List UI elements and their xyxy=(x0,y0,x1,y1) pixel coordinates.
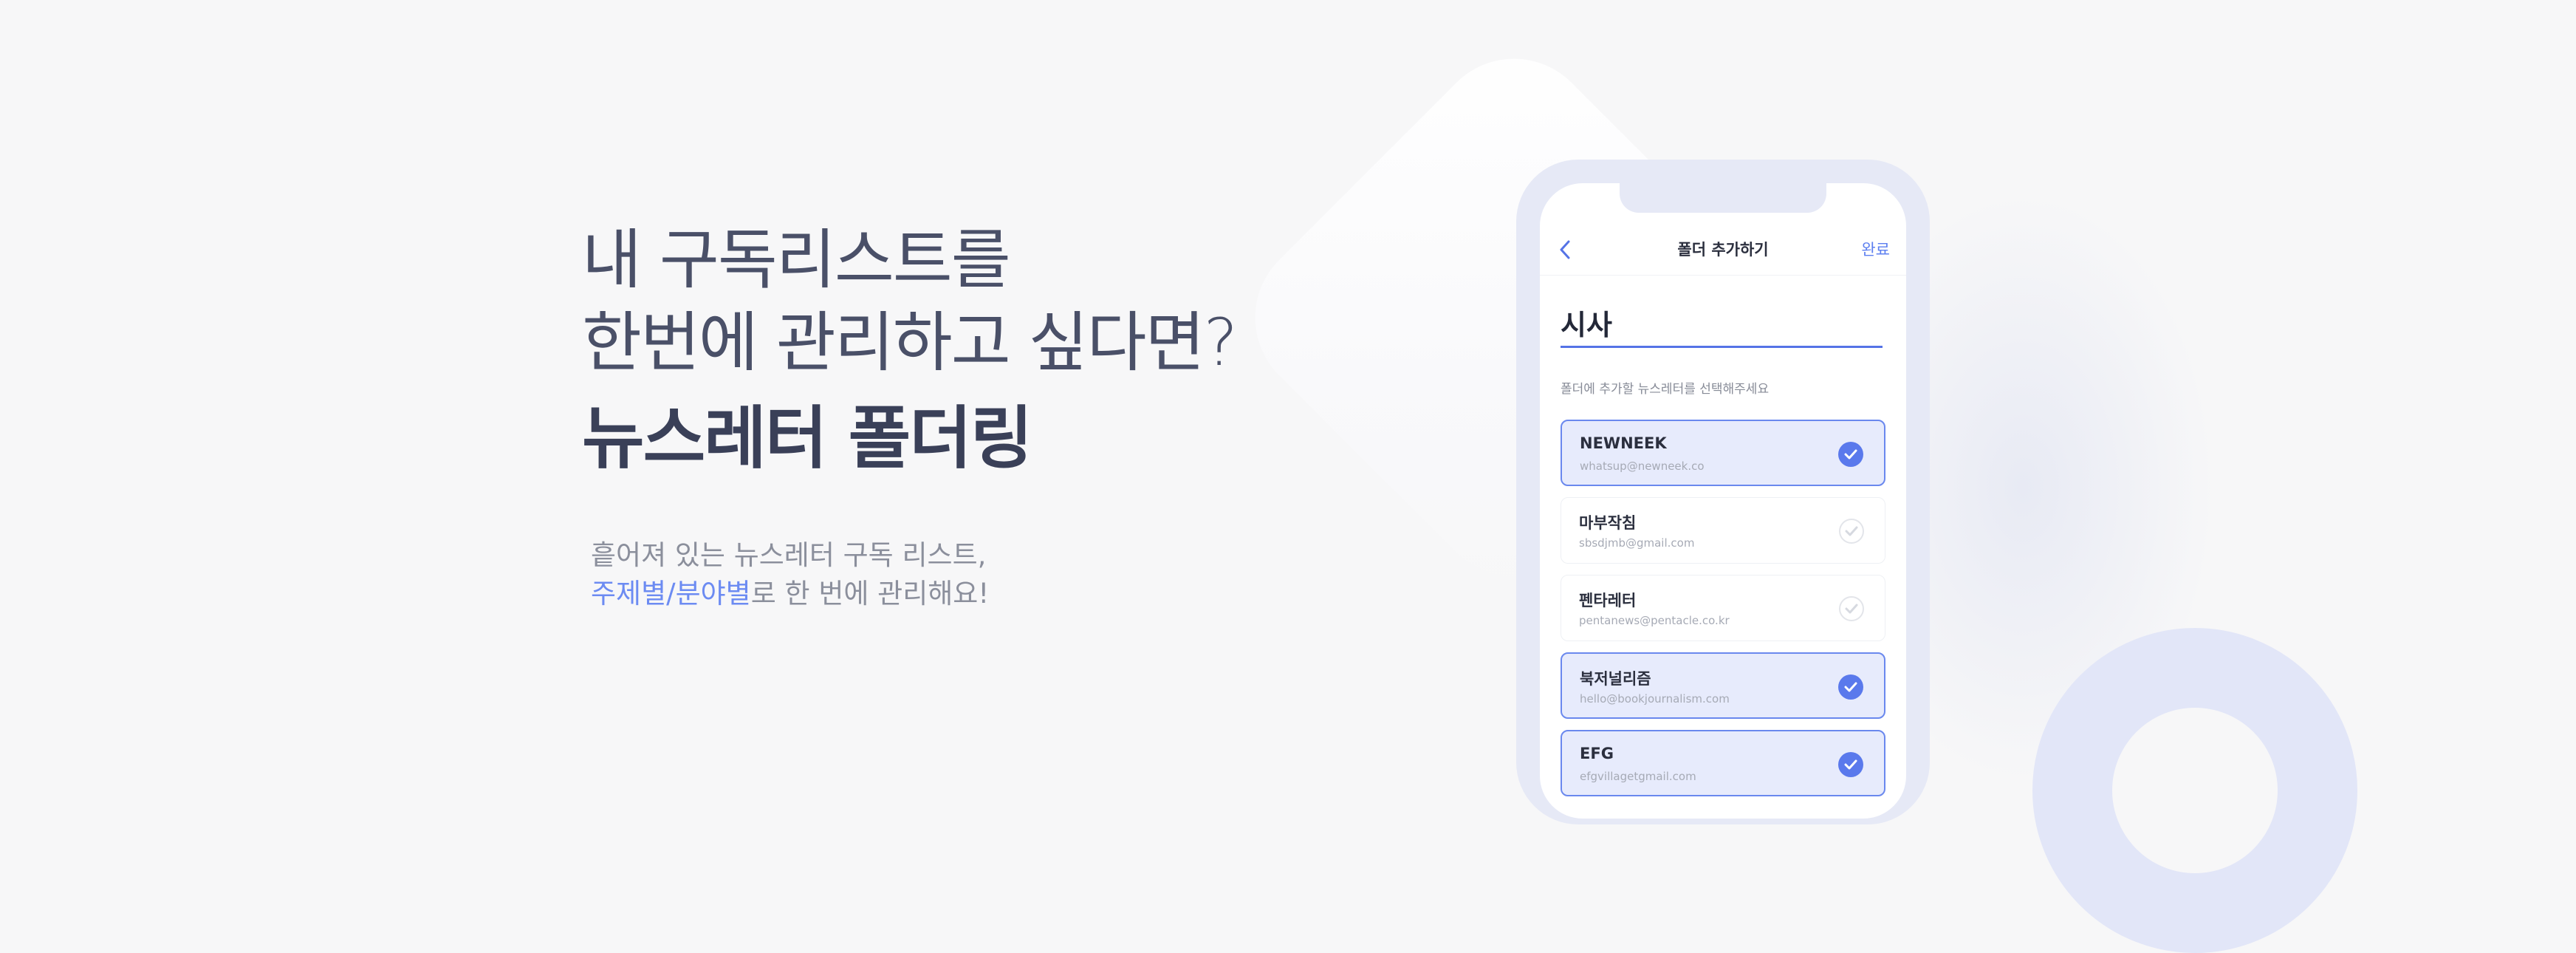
description-line-1: 흩어져 있는 뉴스레터 구독 리스트, xyxy=(591,539,987,571)
check-icon xyxy=(1844,759,1857,770)
newsletter-email: pentanews@pentacle.co.kr xyxy=(1579,614,1730,627)
description-highlight: 주제별/분야별 xyxy=(591,578,751,609)
done-button[interactable]: 완료 xyxy=(1861,238,1890,260)
newsletter-email: whatsup@newneek.co xyxy=(1580,460,1705,473)
headline-strong: 뉴스레터 폴더링 xyxy=(582,399,1033,478)
headline-line-2: 한번에 관리하고 싶다면? xyxy=(582,304,1238,380)
check-icon xyxy=(1844,449,1857,460)
newsletter-checkbox[interactable] xyxy=(1838,752,1863,777)
nav-title: 폴더 추가하기 xyxy=(1677,241,1769,259)
hero-description: 흩어져 있는 뉴스레터 구독 리스트, 주제별/분야별로 한 번에 관리해요! xyxy=(591,536,1320,613)
newsletter-item[interactable]: EFG efgvillagetgmail.com xyxy=(1561,730,1885,796)
newsletter-name: 펜타레터 xyxy=(1579,592,1637,609)
newsletter-item[interactable]: 펜타레터 pentanews@pentacle.co.kr xyxy=(1561,575,1885,641)
nav-bar: 폴더 추가하기 완료 xyxy=(1540,232,1906,267)
headline: 내 구독리스트를 한번에 관리하고 싶다면? xyxy=(582,219,1320,384)
newsletter-name: 마부작침 xyxy=(1579,514,1637,532)
phone-screen: 폴더 추가하기 완료 폴더에 추가할 뉴스레터를 선택해주세요 NEWNEEK w… xyxy=(1540,183,1906,819)
newsletter-checkbox[interactable] xyxy=(1839,596,1864,621)
newsletter-name: NEWNEEK xyxy=(1580,434,1667,452)
phone-notch xyxy=(1620,183,1826,213)
check-icon xyxy=(1845,604,1858,614)
newsletter-checkbox[interactable] xyxy=(1838,442,1863,467)
check-icon xyxy=(1844,682,1857,692)
check-icon xyxy=(1845,526,1858,536)
newsletter-email: sbsdjmb@gmail.com xyxy=(1579,536,1695,550)
newsletter-checkbox[interactable] xyxy=(1838,674,1863,700)
hero-copy: 내 구독리스트를 한번에 관리하고 싶다면? 뉴스레터 폴더링 흩어져 있는 뉴… xyxy=(582,219,1320,613)
newsletter-checkbox[interactable] xyxy=(1839,519,1864,544)
description-line-2: 로 한 번에 관리해요! xyxy=(750,578,990,609)
newsletter-item[interactable]: 마부작침 sbsdjmb@gmail.com xyxy=(1561,497,1885,564)
newsletter-email: efgvillagetgmail.com xyxy=(1580,770,1696,783)
newsletter-item[interactable]: NEWNEEK whatsup@newneek.co xyxy=(1561,420,1885,486)
newsletter-email: hello@bookjournalism.com xyxy=(1580,692,1730,706)
newsletter-list: NEWNEEK whatsup@newneek.co 마부작침 sbsdjmb@gma… xyxy=(1561,420,1885,807)
background-ring-shape xyxy=(2032,628,2357,953)
newsletter-name: 북저널리즘 xyxy=(1580,670,1651,688)
helper-text: 폴더에 추가할 뉴스레터를 선택해주세요 xyxy=(1561,382,1770,397)
newsletter-name: EFG xyxy=(1580,745,1614,762)
phone-mockup: 폴더 추가하기 완료 폴더에 추가할 뉴스레터를 선택해주세요 NEWNEEK w… xyxy=(1516,160,1930,824)
headline-line-1: 내 구독리스트를 xyxy=(582,222,1011,298)
folder-name-input[interactable] xyxy=(1561,301,1883,348)
newsletter-item[interactable]: 북저널리즘 hello@bookjournalism.com xyxy=(1561,652,1885,719)
nav-divider xyxy=(1540,275,1906,276)
